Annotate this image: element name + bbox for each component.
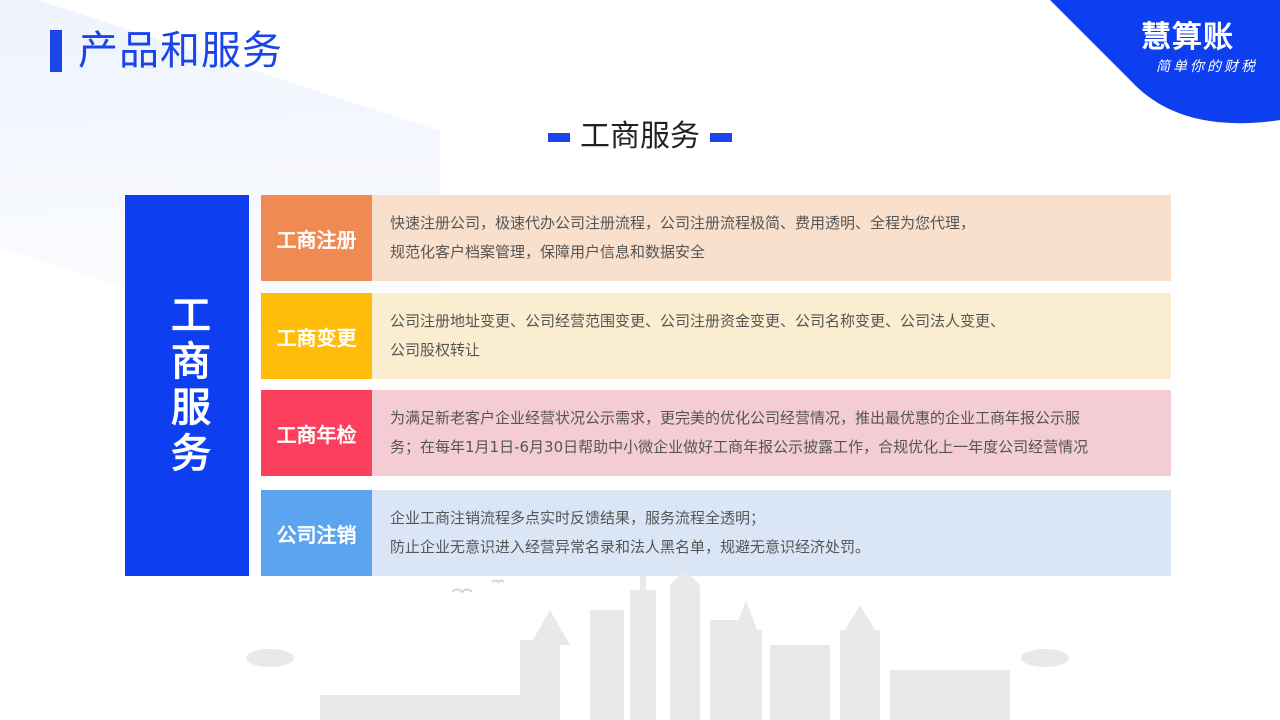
vertical-label-text: 工商服务 <box>164 293 210 478</box>
row-label: 工商变更 <box>261 293 372 379</box>
city-skyline-decoration <box>246 570 1069 720</box>
service-row-change: 工商变更 公司注册地址变更、公司经营范围变更、公司注册资金变更、公司名称变更、公… <box>261 293 1171 379</box>
row-desc-line: 快速注册公司，极速代办公司注册流程，公司注册流程极简、费用透明、全程为您代理， <box>390 214 976 232</box>
row-description: 快速注册公司，极速代办公司注册流程，公司注册流程极简、费用透明、全程为您代理， … <box>372 195 1171 281</box>
brand-logo-corner: 慧算账 简单你的财税 <box>1020 0 1280 126</box>
service-row-deregistration: 公司注销 企业工商注销流程多点实时反馈结果，服务流程全透明； 防止企业无意识进入… <box>261 490 1171 576</box>
row-label: 工商注册 <box>261 195 372 281</box>
row-label: 公司注销 <box>261 490 372 576</box>
row-desc-line: 务；在每年1月1日-6月30日帮助中小微企业做好工商年报公示披露工作，合规优化上… <box>390 438 1089 456</box>
row-desc-line: 企业工商注销流程多点实时反馈结果，服务流程全透明； <box>390 509 766 527</box>
brand-name: 慧算账 <box>1141 20 1234 55</box>
section-heading: 工商服务 <box>0 116 1280 158</box>
row-description: 企业工商注销流程多点实时反馈结果，服务流程全透明； 防止企业无意识进入经营异常名… <box>372 490 1171 576</box>
row-description: 公司注册地址变更、公司经营范围变更、公司注册资金变更、公司名称变更、公司法人变更… <box>372 293 1171 379</box>
vertical-label-block: 工商服务 <box>125 195 249 576</box>
section-heading-text: 工商服务 <box>580 119 700 154</box>
title-accent-bar <box>50 30 62 72</box>
row-desc-line: 防止企业无意识进入经营异常名录和法人黑名单，规避无意识经济处罚。 <box>390 538 871 556</box>
row-label: 工商年检 <box>261 390 372 476</box>
heading-dash-right <box>710 133 732 142</box>
row-desc-line: 为满足新老客户企业经营状况公示需求，更完美的优化公司经营情况，推出最优惠的企业工… <box>390 409 1081 427</box>
row-description: 为满足新老客户企业经营状况公示需求，更完美的优化公司经营情况，推出最优惠的企业工… <box>372 390 1171 476</box>
row-desc-line: 公司股权转让 <box>390 341 481 359</box>
row-desc-line: 规范化客户档案管理，保障用户信息和数据安全 <box>390 243 706 261</box>
service-row-annual-inspection: 工商年检 为满足新老客户企业经营状况公示需求，更完美的优化公司经营情况，推出最优… <box>261 390 1171 476</box>
page-title: 产品和服务 <box>78 28 283 74</box>
row-desc-line: 公司注册地址变更、公司经营范围变更、公司注册资金变更、公司名称变更、公司法人变更… <box>390 312 1006 330</box>
heading-dash-left <box>548 133 570 142</box>
service-row-registration: 工商注册 快速注册公司，极速代办公司注册流程，公司注册流程极简、费用透明、全程为… <box>261 195 1171 281</box>
brand-slogan: 简单你的财税 <box>1156 59 1258 75</box>
